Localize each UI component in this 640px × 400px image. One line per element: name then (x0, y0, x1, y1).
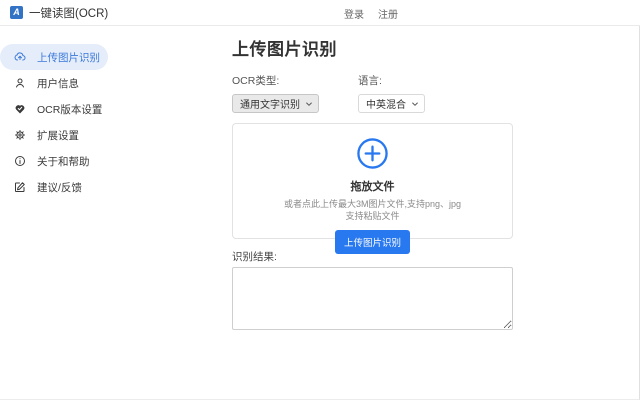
dropzone-hint-line2: 支持粘贴文件 (345, 211, 400, 222)
ocr-controls: OCR类型: 通用文字识别 语言: 中英混合 (232, 73, 513, 113)
app-title: 一键读图(OCR) (29, 7, 109, 20)
sidebar-item-label: 上传图片识别 (37, 51, 100, 64)
language-value: 中英混合 (366, 100, 406, 111)
language-label: 语言: (358, 75, 382, 87)
ocr-type-group: OCR类型: 通用文字识别 (232, 73, 319, 113)
chevron-down-icon (411, 100, 419, 108)
dropzone-title: 拖放文件 (350, 181, 395, 193)
dropzone-hint-line1: 或者点此上传最大3M图片文件,支持png、jpg (283, 199, 462, 209)
auth-links: 登录 注册 (344, 0, 398, 26)
language-select[interactable]: 中英混合 (358, 94, 425, 113)
main-content: 上传图片识别 OCR类型: 通用文字识别 语言: 中英混合 拖放文件 或者点此上… (232, 26, 513, 335)
sidebar-item-label: 用户信息 (37, 77, 79, 90)
sidebar-item-label: OCR版本设置 (37, 103, 103, 116)
upload-recognize-button[interactable]: 上传图片识别 (334, 230, 410, 255)
sidebar-item-ocr-version[interactable]: OCR版本设置 (0, 96, 120, 122)
chevron-down-icon (305, 100, 313, 108)
heart-check-icon (14, 103, 26, 115)
file-dropzone[interactable]: 拖放文件 或者点此上传最大3M图片文件,支持png、jpg 支持粘贴文件 上传图… (232, 123, 513, 255)
sidebar-item-label: 建议/反馈 (37, 181, 82, 194)
top-header: A 一键读图(OCR) 登录 注册 (0, 0, 640, 26)
sidebar-item-label: 关于和帮助 (37, 155, 90, 168)
app-logo-icon: A (10, 6, 23, 19)
sidebar-item-extension-settings[interactable]: 扩展设置 (0, 122, 120, 148)
user-icon (14, 77, 26, 89)
register-link[interactable]: 注册 (378, 6, 398, 21)
sidebar-item-user-info[interactable]: 用户信息 (0, 70, 120, 96)
login-link[interactable]: 登录 (344, 6, 364, 21)
ocr-type-label: OCR类型: (232, 75, 280, 87)
sidebar: 上传图片识别 用户信息 OCR版本设置 扩展设置 关于和帮助 建议/反馈 (0, 44, 120, 200)
sidebar-item-label: 扩展设置 (37, 129, 79, 142)
ocr-type-select[interactable]: 通用文字识别 (232, 94, 319, 113)
sidebar-item-upload-recognize[interactable]: 上传图片识别 (0, 44, 108, 70)
sidebar-item-about-help[interactable]: 关于和帮助 (0, 148, 120, 174)
dropzone-hint: 或者点此上传最大3M图片文件,支持png、jpg 支持粘贴文件 (284, 198, 461, 222)
plus-circle-icon[interactable] (356, 137, 389, 170)
cloud-upload-icon (14, 51, 26, 63)
app-window: { "header": { "logo_letter": "A", "app_t… (0, 0, 640, 400)
app-brand: A 一键读图(OCR) (0, 5, 108, 21)
language-group: 语言: 中英混合 (358, 73, 425, 113)
page-title: 上传图片识别 (232, 40, 337, 59)
edit-icon (14, 181, 26, 193)
info-icon (14, 155, 26, 167)
ocr-type-value: 通用文字识别 (240, 100, 300, 111)
gear-icon (14, 129, 26, 141)
result-textarea[interactable] (232, 267, 513, 330)
sidebar-item-feedback[interactable]: 建议/反馈 (0, 174, 120, 200)
